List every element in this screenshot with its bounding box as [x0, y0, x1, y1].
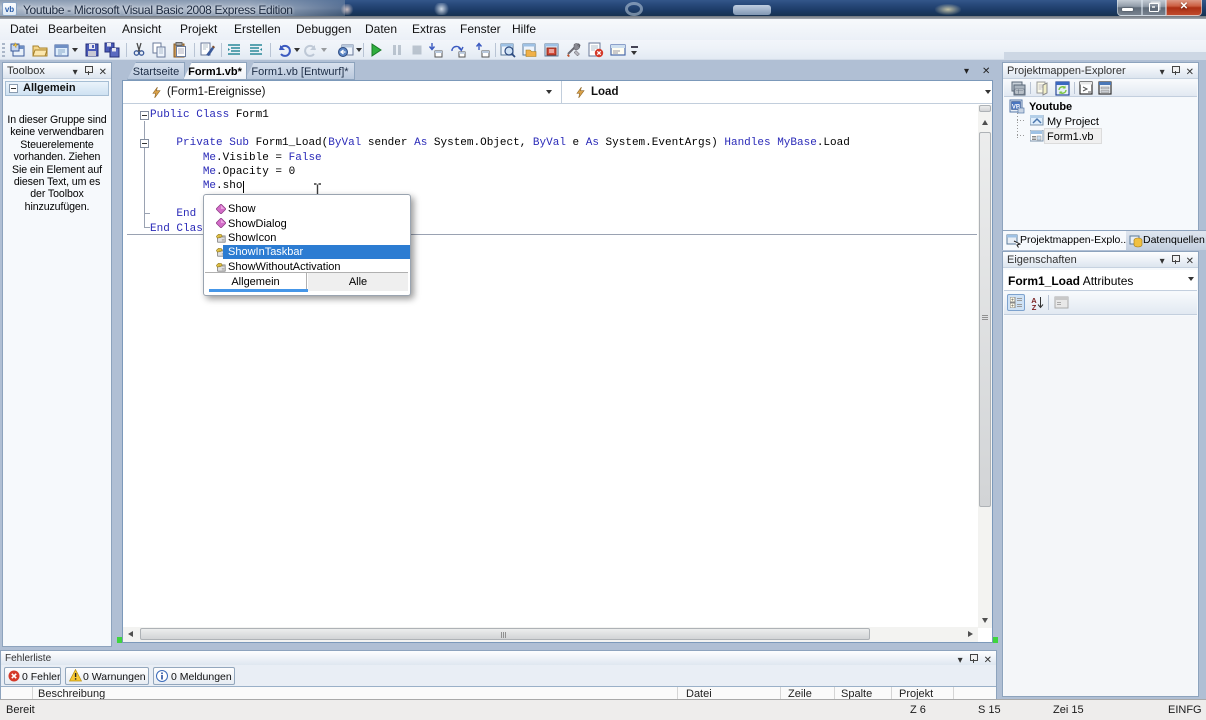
- svg-text:+: +: [1011, 303, 1014, 308]
- svg-text:Z: Z: [1032, 303, 1037, 310]
